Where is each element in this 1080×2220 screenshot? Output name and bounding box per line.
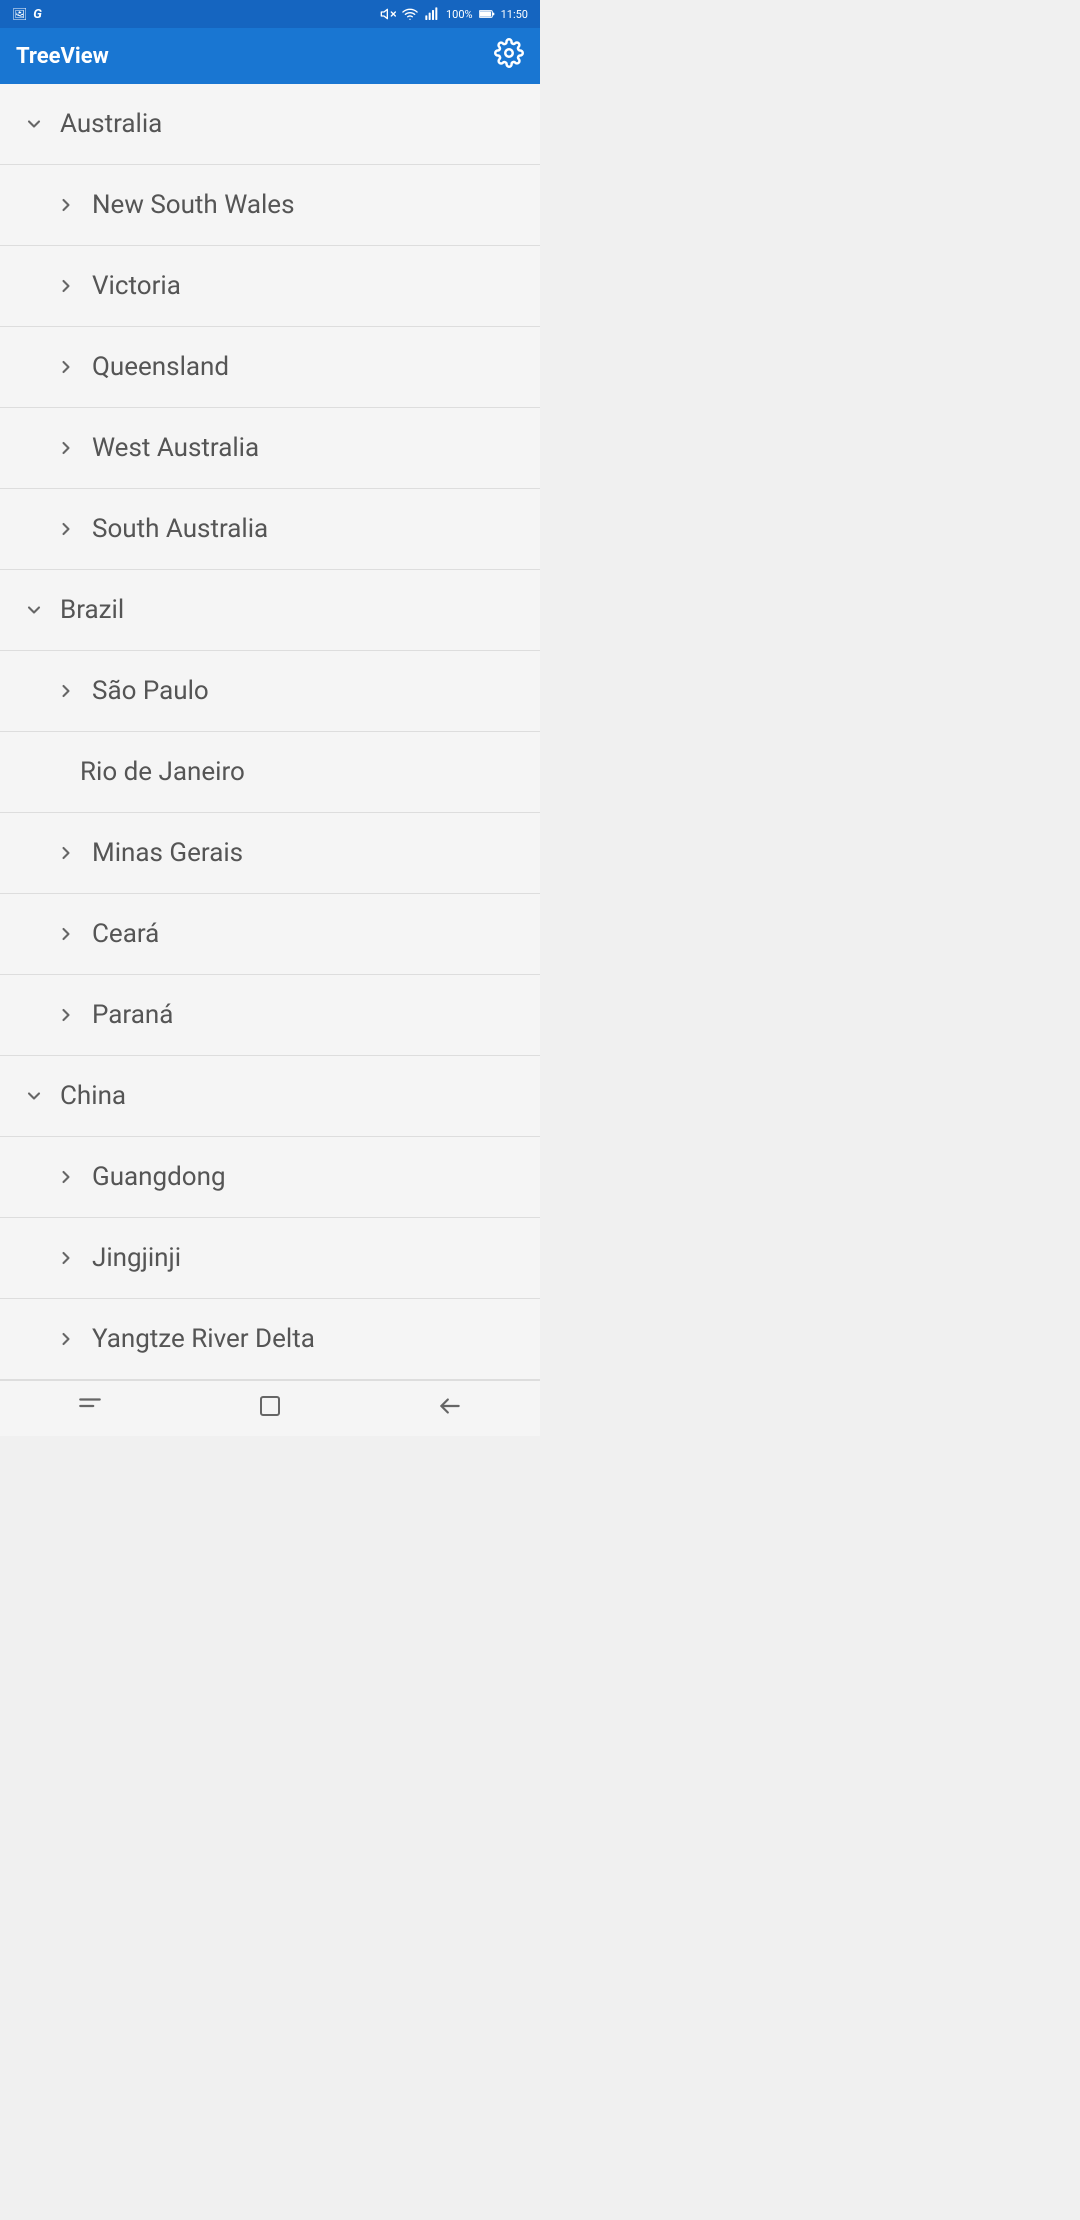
tree-item-australia: Australia: [0, 84, 540, 165]
app-bar: TreeView: [0, 28, 540, 84]
tree-row-jjj[interactable]: Jingjinji: [0, 1218, 540, 1298]
gear-icon: [494, 38, 524, 68]
yrd-label: Yangtze River Delta: [92, 1324, 315, 1354]
square-icon: [258, 1394, 282, 1418]
app-title: TreeView: [16, 44, 109, 69]
tree-row-wa[interactable]: West Australia: [0, 408, 540, 488]
tree-item-queensland: Queensland: [0, 327, 540, 408]
pr-label: Paraná: [92, 1000, 173, 1030]
chevron-right-icon: [48, 1321, 84, 1357]
ce-label: Ceará: [92, 919, 159, 949]
tree-item-wa: West Australia: [0, 408, 540, 489]
menu-nav-button[interactable]: [77, 1393, 103, 1425]
wifi-icon: [402, 6, 418, 22]
australia-label: Australia: [60, 109, 162, 139]
tree-row-mg[interactable]: Minas Gerais: [0, 813, 540, 893]
tree-item-victoria: Victoria: [0, 246, 540, 327]
tree-row-ce[interactable]: Ceará: [0, 894, 540, 974]
battery-percent: 100%: [446, 8, 473, 21]
settings-button[interactable]: [494, 38, 524, 75]
chevron-right-icon: [48, 673, 84, 709]
tree-item-pr: Paraná: [0, 975, 540, 1056]
sp-label: São Paulo: [92, 676, 209, 706]
tree-row-china[interactable]: China: [0, 1056, 540, 1136]
sa-label: South Australia: [92, 514, 268, 544]
chevron-down-icon: [16, 1078, 52, 1114]
tree-row-nsw[interactable]: New South Wales: [0, 165, 540, 245]
gd-label: Guangdong: [92, 1162, 226, 1192]
brazil-label: Brazil: [60, 595, 124, 625]
tree-item-sa: South Australia: [0, 489, 540, 570]
chevron-right-icon: [48, 187, 84, 223]
mg-label: Minas Gerais: [92, 838, 243, 868]
tree-item-sp: São Paulo: [0, 651, 540, 732]
chevron-right-icon: [48, 1240, 84, 1276]
chevron-down-icon: [16, 592, 52, 628]
back-nav-button[interactable]: [437, 1393, 463, 1425]
tree-item-nsw: New South Wales: [0, 165, 540, 246]
tree-row-victoria[interactable]: Victoria: [0, 246, 540, 326]
tree-row-australia[interactable]: Australia: [0, 84, 540, 164]
chevron-right-icon: [48, 916, 84, 952]
tree-row-brazil[interactable]: Brazil: [0, 570, 540, 650]
chevron-right-icon: [48, 430, 84, 466]
tree-row-sa[interactable]: South Australia: [0, 489, 540, 569]
tree-item-mg: Minas Gerais: [0, 813, 540, 894]
chevron-right-icon: [48, 997, 84, 1033]
china-label: China: [60, 1081, 126, 1111]
tree-content: Australia New South Wales Victoria Queen…: [0, 84, 540, 1380]
tree-row-gd[interactable]: Guangdong: [0, 1137, 540, 1217]
g-icon: G: [33, 7, 42, 22]
tree-row-pr[interactable]: Paraná: [0, 975, 540, 1055]
recents-nav-button[interactable]: [258, 1394, 282, 1424]
chevron-right-icon: [48, 511, 84, 547]
battery-icon: [479, 8, 495, 20]
jjj-label: Jingjinji: [92, 1243, 181, 1273]
mute-icon: [380, 6, 396, 22]
rj-label: Rio de Janeiro: [80, 757, 245, 787]
tree-row-rj[interactable]: Rio de Janeiro: [0, 732, 540, 812]
tree-item-china: China: [0, 1056, 540, 1137]
wa-label: West Australia: [92, 433, 259, 463]
navigation-bar: [0, 1380, 540, 1436]
status-bar-left: 🖼 G: [12, 7, 42, 22]
tree-item-ce: Ceará: [0, 894, 540, 975]
chevron-right-icon: [48, 268, 84, 304]
time-display: 11:50: [501, 8, 528, 21]
tree-row-sp[interactable]: São Paulo: [0, 651, 540, 731]
status-bar-right: 100% 11:50: [380, 6, 528, 22]
photo-icon: 🖼: [12, 7, 27, 21]
tree-row-queensland[interactable]: Queensland: [0, 327, 540, 407]
nsw-label: New South Wales: [92, 190, 295, 220]
back-arrow-icon: [437, 1393, 463, 1419]
chevron-down-icon: [16, 106, 52, 142]
queensland-label: Queensland: [92, 352, 229, 382]
tree-item-brazil: Brazil: [0, 570, 540, 651]
signal-icon: [424, 6, 440, 22]
tree-item-gd: Guangdong: [0, 1137, 540, 1218]
tree-row-yrd[interactable]: Yangtze River Delta: [0, 1299, 540, 1379]
menu-icon: [77, 1393, 103, 1419]
victoria-label: Victoria: [92, 271, 181, 301]
chevron-right-icon: [48, 1159, 84, 1195]
chevron-right-icon: [48, 349, 84, 385]
status-bar: 🖼 G 100% 11:50: [0, 0, 540, 28]
tree-item-jjj: Jingjinji: [0, 1218, 540, 1299]
tree-item-rj: Rio de Janeiro: [0, 732, 540, 813]
tree-item-yrd: Yangtze River Delta: [0, 1299, 540, 1380]
chevron-right-icon: [48, 835, 84, 871]
